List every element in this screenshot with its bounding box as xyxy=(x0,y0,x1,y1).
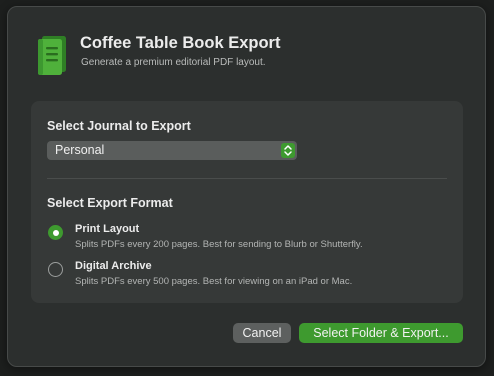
export-dialog: Coffee Table Book Export Generate a prem… xyxy=(7,6,486,367)
book-icon xyxy=(38,36,66,75)
dialog-title: Coffee Table Book Export xyxy=(80,34,281,52)
print-layout-radio[interactable] xyxy=(48,225,63,240)
select-folder-export-button[interactable]: Select Folder & Export... xyxy=(299,323,463,343)
journal-section-label: Select Journal to Export xyxy=(47,119,191,133)
print-layout-description: Splits PDFs every 200 pages. Best for se… xyxy=(75,239,363,250)
print-layout-title[interactable]: Print Layout xyxy=(75,223,139,235)
journal-select[interactable]: Personal xyxy=(47,141,297,160)
digital-archive-description: Splits PDFs every 500 pages. Best for vi… xyxy=(75,276,353,287)
dialog-subtitle: Generate a premium editorial PDF layout. xyxy=(81,57,266,68)
journal-select-value: Personal xyxy=(55,143,105,157)
format-section-label: Select Export Format xyxy=(47,196,173,210)
options-panel: Select Journal to Export Personal Select… xyxy=(31,101,463,303)
cancel-button[interactable]: Cancel xyxy=(233,323,291,343)
chevron-up-down-icon[interactable] xyxy=(281,143,295,158)
section-divider xyxy=(47,178,447,179)
digital-archive-title[interactable]: Digital Archive xyxy=(75,260,152,272)
digital-archive-radio[interactable] xyxy=(48,262,63,277)
